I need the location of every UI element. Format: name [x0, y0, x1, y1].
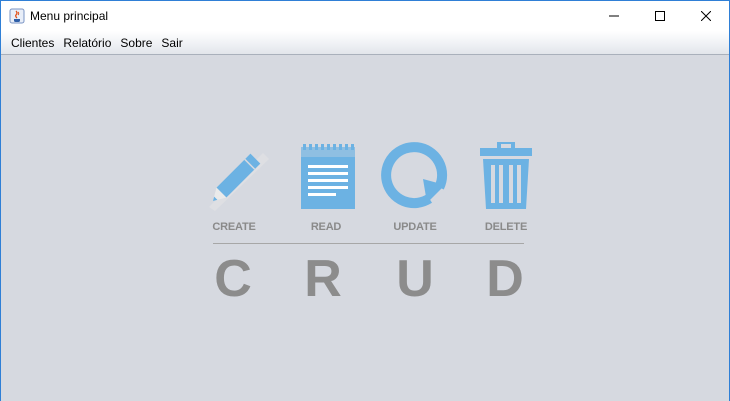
letter-d: D — [486, 250, 524, 308]
letter-u: U — [396, 250, 434, 308]
crud-create: CREATE C — [199, 141, 289, 311]
letter-c: C — [214, 250, 252, 308]
close-icon — [701, 11, 711, 21]
java-cup-icon — [9, 8, 25, 24]
read-label: READ — [310, 221, 342, 233]
refresh-icon — [381, 142, 448, 209]
minimize-button[interactable] — [591, 1, 637, 31]
maximize-button[interactable] — [637, 1, 683, 31]
crud-update: UPDATE U — [370, 141, 460, 311]
window-controls — [591, 1, 729, 31]
update-label: UPDATE — [393, 221, 437, 233]
crud-logo: CREATE C READ R UPDATE U DELETE D — [199, 141, 539, 311]
logo-divider — [213, 243, 524, 244]
title-bar[interactable]: Menu principal — [1, 1, 729, 31]
close-button[interactable] — [683, 1, 729, 31]
pencil-icon — [209, 153, 269, 211]
menu-clientes[interactable]: Clientes — [1, 32, 58, 54]
maximize-icon — [655, 11, 665, 21]
crud-delete: DELETE D — [460, 141, 550, 311]
create-label: CREATE — [212, 221, 256, 233]
minimize-icon — [609, 15, 619, 17]
window-title: Menu principal — [30, 9, 109, 23]
crud-read: READ R — [281, 141, 371, 311]
menu-sair[interactable]: Sair — [156, 32, 186, 54]
letter-r: R — [304, 250, 342, 308]
trash-icon — [480, 142, 532, 209]
menu-relatorio[interactable]: Relatório — [58, 32, 115, 54]
menu-bar: Clientes Relatório Sobre Sair — [1, 31, 729, 55]
menu-sobre[interactable]: Sobre — [115, 32, 156, 54]
main-content: CREATE C READ R UPDATE U DELETE D — [1, 55, 729, 401]
app-window: Menu principal Clientes Relatório Sobre … — [0, 0, 730, 401]
notepad-icon — [301, 144, 355, 209]
delete-label: DELETE — [484, 221, 528, 233]
